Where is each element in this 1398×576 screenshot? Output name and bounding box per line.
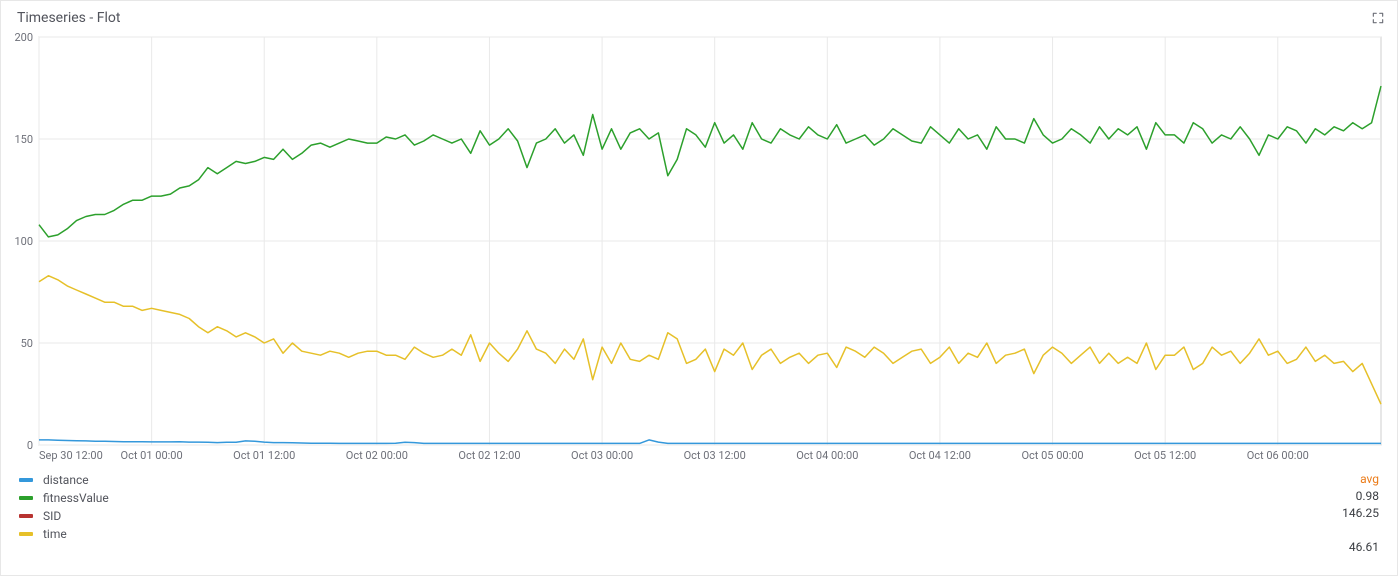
legend-series-list: distance fitnessValue SID time xyxy=(19,471,109,542)
svg-text:Sep 30 12:00: Sep 30 12:00 xyxy=(39,449,103,462)
legend-value-distance: 0.98 xyxy=(1319,488,1379,505)
legend-label: time xyxy=(43,527,67,541)
svg-text:100: 100 xyxy=(14,235,33,248)
legend-swatch xyxy=(19,532,33,536)
expand-icon[interactable] xyxy=(1371,11,1385,25)
svg-text:Oct 01 00:00: Oct 01 00:00 xyxy=(121,449,183,462)
chart-area[interactable]: 050100150200Sep 30 12:00Oct 01 00:00Oct … xyxy=(11,35,1387,467)
legend-label: fitnessValue xyxy=(43,491,109,505)
svg-text:50: 50 xyxy=(21,337,33,350)
panel-title: Timeseries - Flot xyxy=(17,10,120,26)
svg-text:Oct 01 12:00: Oct 01 12:00 xyxy=(233,449,295,462)
legend-swatch xyxy=(19,514,33,518)
legend-value-time: 46.61 xyxy=(1319,539,1379,556)
svg-text:150: 150 xyxy=(14,133,33,146)
chart-svg: 050100150200Sep 30 12:00Oct 01 00:00Oct … xyxy=(11,35,1387,467)
legend-value-fitnessvalue: 146.25 xyxy=(1319,505,1379,522)
svg-text:0: 0 xyxy=(27,439,33,452)
legend-values: avg 0.98 146.25 46.61 xyxy=(1319,471,1379,556)
panel-header: Timeseries - Flot xyxy=(1,1,1397,35)
legend-item-time[interactable]: time xyxy=(19,525,109,542)
legend: distance fitnessValue SID time avg 0.98 … xyxy=(1,467,1397,562)
svg-text:Oct 04 12:00: Oct 04 12:00 xyxy=(909,449,971,462)
timeseries-panel: Timeseries - Flot 0 50 100 150 200 Sep 30 12:… xyxy=(0,0,1398,576)
svg-text:Oct 04 00:00: Oct 04 00:00 xyxy=(796,449,858,462)
series-distance xyxy=(39,440,1381,444)
svg-text:200: 200 xyxy=(14,31,33,44)
svg-text:Oct 06 00:00: Oct 06 00:00 xyxy=(1247,449,1309,462)
legend-item-fitnessvalue[interactable]: fitnessValue xyxy=(19,489,109,506)
svg-text:Oct 02 12:00: Oct 02 12:00 xyxy=(458,449,520,462)
svg-text:Oct 03 00:00: Oct 03 00:00 xyxy=(571,449,633,462)
series-fitnessValue xyxy=(39,86,1381,237)
legend-item-distance[interactable]: distance xyxy=(19,471,109,488)
series-time xyxy=(39,276,1381,405)
legend-label: SID xyxy=(43,509,61,523)
legend-value-header: avg xyxy=(1319,471,1379,488)
svg-text:Oct 05 00:00: Oct 05 00:00 xyxy=(1021,449,1083,462)
legend-swatch xyxy=(19,478,33,482)
legend-swatch xyxy=(19,496,33,500)
svg-text:Oct 03 12:00: Oct 03 12:00 xyxy=(684,449,746,462)
svg-text:Oct 02 00:00: Oct 02 00:00 xyxy=(346,449,408,462)
legend-label: distance xyxy=(43,473,89,487)
legend-item-sid[interactable]: SID xyxy=(19,507,109,524)
svg-text:Oct 05 12:00: Oct 05 12:00 xyxy=(1134,449,1196,462)
legend-value-sid xyxy=(1319,522,1379,539)
